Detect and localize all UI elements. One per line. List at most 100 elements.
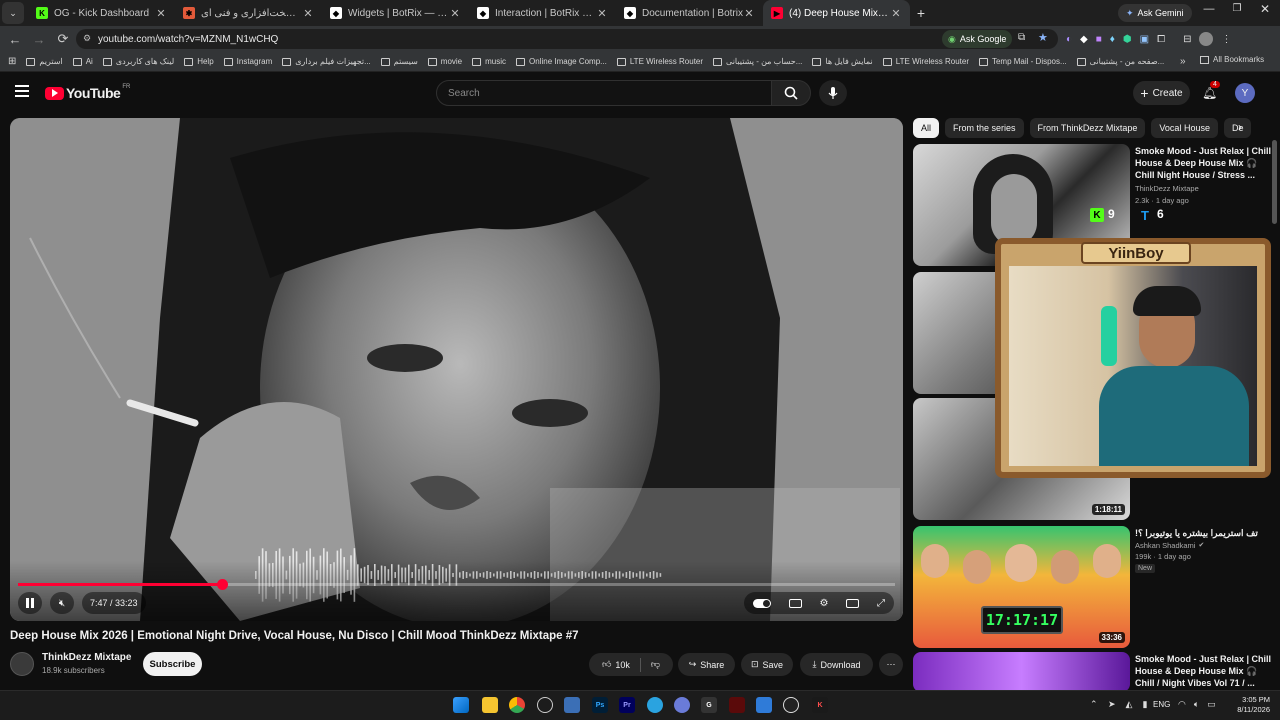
install-icon[interactable]: ⧉ xyxy=(1018,32,1025,43)
app-tray-icon[interactable]: ◭ xyxy=(1126,699,1133,710)
bookmark-star-icon[interactable]: ★ xyxy=(1038,31,1048,44)
bookmark-item[interactable]: لینک های کاربردی xyxy=(102,57,174,66)
progress-bar[interactable] xyxy=(18,579,895,590)
channel-name[interactable]: ThinkDezz Mixtape xyxy=(42,652,131,663)
apps-grid-icon[interactable]: ⊞ xyxy=(8,56,16,67)
browser-tab-5[interactable]: ◆ Documentation | Botrix ✕ xyxy=(616,0,763,26)
photoshop-icon[interactable]: Ps xyxy=(592,697,608,713)
address-bar[interactable]: ⚙ youtube.com/watch?v=MZNM_N1wCHQ ◉ Ask … xyxy=(76,29,1058,49)
bookmark-item[interactable]: Help xyxy=(184,57,214,66)
rec-title-3[interactable]: ‏تف استریمرا بیشتره یا یوتیوبرا ؟! xyxy=(1135,527,1273,539)
bookmark-item[interactable]: تجهیزات فیلم برداری... xyxy=(282,57,371,66)
miniplayer-icon[interactable] xyxy=(846,598,860,608)
dislike-button[interactable]: 👎︎ xyxy=(651,659,660,670)
extension-icon-4[interactable]: ♦ xyxy=(1110,34,1115,45)
new-tab-button[interactable]: + xyxy=(910,5,932,21)
bookmark-item[interactable]: movie xyxy=(427,57,462,66)
chip-vocal-house[interactable]: Vocal House xyxy=(1151,118,1218,138)
guide-menu-icon[interactable] xyxy=(15,85,29,97)
clock[interactable]: 3:05 PM 8/11/2026 xyxy=(1228,695,1270,715)
channel-avatar[interactable] xyxy=(10,652,34,676)
rec-channel-1[interactable]: ThinkDezz Mixtape xyxy=(1135,183,1199,194)
rec-channel-3[interactable]: Ashkan Shadkami ✔ xyxy=(1135,540,1204,551)
youtube-logo[interactable]: YouTube FR xyxy=(45,84,130,101)
app-icon-circle[interactable] xyxy=(674,697,690,713)
all-bookmarks[interactable]: All Bookmarks xyxy=(1200,55,1264,64)
bookmark-item[interactable]: music xyxy=(472,57,506,66)
app-icon-k[interactable]: K xyxy=(812,697,828,713)
rec-title-5[interactable]: Smoke Mood - Just Relax | Chill House & … xyxy=(1135,653,1273,689)
video-player[interactable]: 🔇︎ 7:47 / 33:23 ⚙ ⤢ xyxy=(10,118,903,621)
save-button[interactable]: ⊡ Save xyxy=(741,653,793,676)
bookmark-item[interactable]: Instagram xyxy=(223,57,272,66)
rec-title-1[interactable]: Smoke Mood - Just Relax | Chill House & … xyxy=(1135,145,1273,181)
back-button[interactable]: ← xyxy=(3,27,27,51)
tab-search-icon[interactable]: ⊟ xyxy=(1183,34,1191,45)
mute-button[interactable]: 🔇︎ xyxy=(50,592,74,614)
chip-from-thinkdezz-mixtape[interactable]: From ThinkDezz Mixtape xyxy=(1029,118,1146,138)
tab-search-button[interactable]: ⌄ xyxy=(2,2,24,24)
tab-close-icon[interactable]: ✕ xyxy=(743,7,755,20)
close-window-button[interactable]: ✕ xyxy=(1256,2,1274,16)
browser-tab-6[interactable]: ▶(4) Deep House Mix 2026 | Emo✕ xyxy=(763,0,910,26)
telegram-icon[interactable] xyxy=(647,697,663,713)
extensions-puzzle-icon[interactable]: ⧠ xyxy=(1157,34,1165,45)
bookmark-item[interactable]: استریم xyxy=(26,57,63,66)
browser-tab-4[interactable]: ◆Interaction | BotRix — Cloud St✕ xyxy=(469,0,616,26)
scrollbar[interactable] xyxy=(1272,140,1277,224)
bookmark-item[interactable]: LTE Wireless Router xyxy=(882,57,969,66)
bookmark-item[interactable]: Online Image Comp... xyxy=(516,57,607,66)
pause-button[interactable] xyxy=(18,592,42,614)
bookmark-item[interactable]: Ai xyxy=(72,57,93,66)
bookmark-item[interactable]: حساب من - پشتیبانی... xyxy=(713,57,802,66)
forward-button[interactable]: → xyxy=(27,27,51,51)
voice-search-button[interactable] xyxy=(819,80,847,106)
ask-gemini-button[interactable]: ✦ Ask Gemini xyxy=(1118,4,1192,22)
windows-start-icon[interactable] xyxy=(453,697,469,713)
app-icon-monitor[interactable] xyxy=(564,697,580,713)
app-tray-icon-2[interactable]: ▮ xyxy=(1142,699,1147,710)
tab-close-icon[interactable]: ✕ xyxy=(449,7,461,20)
tab-close-icon[interactable]: ✕ xyxy=(302,7,314,20)
extension-icon-3[interactable]: ■ xyxy=(1096,34,1102,45)
profile-icon[interactable] xyxy=(1199,32,1214,46)
chip-all[interactable]: All xyxy=(913,118,940,138)
menu-dots-icon[interactable]: ⋮ xyxy=(1221,34,1231,45)
media-player-icon[interactable] xyxy=(783,697,799,713)
tab-close-icon[interactable]: ✕ xyxy=(890,7,902,20)
chrome-icon[interactable] xyxy=(509,697,525,713)
telegram-tray-icon[interactable]: ➤ xyxy=(1108,699,1116,710)
app-icon-image[interactable] xyxy=(756,697,772,713)
rec-thumbnail-5[interactable] xyxy=(913,652,1130,692)
bookmark-item[interactable]: صفحه من - پشتیبانی... xyxy=(1076,57,1164,66)
browser-tab-3[interactable]: ◆Widgets | BotRix — Cloud Stre✕ xyxy=(322,0,469,26)
ask-google-chip[interactable]: ◉ Ask Google xyxy=(942,30,1013,48)
tray-overflow-icon[interactable]: ⌃ xyxy=(1090,699,1098,710)
extension-icon-2[interactable]: ◆ xyxy=(1080,34,1088,45)
tab-close-icon[interactable]: ✕ xyxy=(155,7,167,20)
bookmarks-overflow-icon[interactable]: » xyxy=(1180,56,1186,67)
search-button[interactable] xyxy=(771,80,811,106)
app-icon-g[interactable]: G xyxy=(701,697,717,713)
app-icon-red[interactable] xyxy=(729,697,745,713)
tab-close-icon[interactable]: ✕ xyxy=(596,7,608,20)
create-button[interactable]: + Create xyxy=(1133,81,1190,105)
bookmark-item[interactable]: LTE Wireless Router xyxy=(616,57,703,66)
settings-gear-icon[interactable]: ⚙ xyxy=(819,598,828,609)
extension-icon-1[interactable]: ◐ xyxy=(1066,34,1072,45)
chips-next-icon[interactable]: › xyxy=(1238,120,1242,134)
share-button[interactable]: ↪ Share xyxy=(678,653,735,676)
search-input[interactable]: Search xyxy=(436,80,772,106)
download-button[interactable]: ⤓ Download xyxy=(800,653,873,676)
like-button[interactable]: 👍︎ 10k xyxy=(602,659,630,670)
fullscreen-icon[interactable]: ⤢ xyxy=(877,598,885,609)
notifications-button[interactable]: 🔔︎ 4 xyxy=(1202,81,1220,100)
file-explorer-icon[interactable] xyxy=(482,697,498,713)
restore-button[interactable]: ❐ xyxy=(1228,3,1246,14)
browser-tab-1[interactable]: K OG - Kick Dashboard ✕ xyxy=(28,0,175,26)
browser-tab-2[interactable]: ✱حل مشکلات سخت‌افزاری و فنی ای✕ xyxy=(175,0,322,26)
language-indicator[interactable]: ENG xyxy=(1153,700,1170,709)
app-icon-clock[interactable] xyxy=(537,697,553,713)
more-actions-button[interactable]: ⋯ xyxy=(879,653,903,676)
extension-icon-6[interactable]: ▣ xyxy=(1140,34,1149,45)
